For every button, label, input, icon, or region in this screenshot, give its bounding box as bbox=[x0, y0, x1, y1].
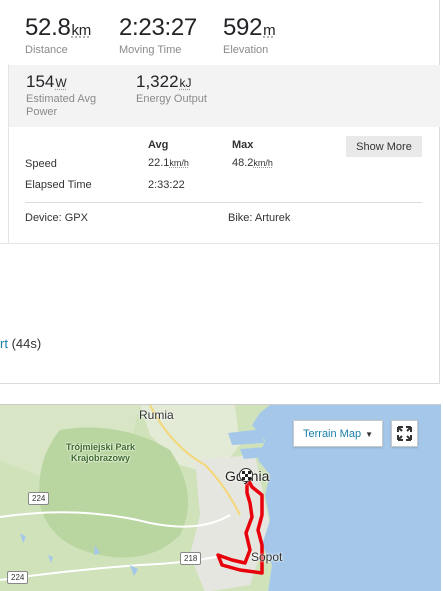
energy-unit: kJ bbox=[179, 76, 192, 90]
elapsed-avg-value: 2:33:22 bbox=[148, 179, 185, 191]
elevation-label: Elevation bbox=[223, 44, 269, 56]
speed-avg-cell: 22.1km/h bbox=[148, 157, 189, 169]
speed-avg-value: 22.1 bbox=[148, 157, 170, 169]
elevation-stat: 592m Elevation bbox=[223, 14, 276, 56]
distance-stat: 52.8km Distance bbox=[25, 14, 91, 56]
road-shield-224a: 224 bbox=[28, 492, 50, 505]
elevation-value: 592 bbox=[223, 14, 263, 41]
power-value: 154 bbox=[26, 72, 55, 91]
distance-unit: km bbox=[71, 22, 92, 39]
show-more-button[interactable]: Show More bbox=[346, 136, 422, 157]
power-unit: W bbox=[55, 76, 67, 90]
moving-time-label: Moving Time bbox=[119, 44, 182, 56]
truncated-duration: (44s) bbox=[7, 336, 42, 351]
energy-stat: 1,322kJ Energy Output bbox=[136, 72, 207, 106]
speed-max-unit: km/h bbox=[253, 158, 273, 168]
map-type-label: Terrain Map bbox=[303, 427, 362, 440]
distance-value: 52.8 bbox=[25, 14, 71, 41]
bike-info: Bike: Arturek bbox=[228, 212, 291, 224]
truncated-segment-text: rt (44s) bbox=[0, 336, 41, 351]
max-column-header: Max bbox=[232, 139, 254, 151]
harbour-area-2 bbox=[240, 447, 266, 459]
moving-time-value: 2:23:27 bbox=[119, 14, 197, 41]
elapsed-row-label: Elapsed Time bbox=[25, 179, 92, 191]
road-shield-224b: 224 bbox=[7, 571, 29, 584]
checkered-flag-icon[interactable] bbox=[239, 468, 253, 482]
truncated-link[interactable]: rt bbox=[0, 336, 8, 351]
road-shield-218: 218 bbox=[180, 552, 202, 565]
section-divider bbox=[0, 243, 440, 244]
energy-label: Energy Output bbox=[136, 93, 207, 105]
fullscreen-button[interactable] bbox=[391, 420, 418, 447]
speed-row-label: Speed bbox=[25, 158, 57, 170]
speed-avg-unit: km/h bbox=[169, 158, 189, 168]
map-type-dropdown[interactable]: Terrain Map ▼ bbox=[293, 420, 383, 447]
activity-summary-card: 52.8km Distance 2:23:27 Moving Time 592m… bbox=[0, 0, 440, 384]
avg-column-header: Avg bbox=[148, 139, 169, 151]
power-label: Estimated Avg Power bbox=[26, 93, 97, 118]
table-divider bbox=[25, 202, 422, 203]
route-map[interactable]: Rumia Trójmiejski Park Krajobrazowy Gdyn… bbox=[0, 404, 441, 591]
moving-time-stat: 2:23:27 Moving Time bbox=[119, 14, 197, 56]
fullscreen-icon bbox=[397, 426, 412, 441]
caret-down-icon: ▼ bbox=[365, 430, 373, 439]
map-label-sopot: Sopot bbox=[251, 550, 283, 564]
map-label-park: Trójmiejski Park Krajobrazowy bbox=[66, 442, 136, 463]
device-info: Device: GPX bbox=[25, 212, 88, 224]
secondary-stats-band: 154W Estimated Avg Power 1,322kJ Energy … bbox=[9, 65, 440, 127]
speed-max-cell: 48.2km/h bbox=[232, 157, 273, 169]
elevation-unit: m bbox=[263, 22, 276, 39]
speed-max-value: 48.2 bbox=[232, 157, 254, 169]
distance-label: Distance bbox=[25, 44, 68, 56]
power-stat: 154W Estimated Avg Power bbox=[26, 72, 121, 119]
map-label-rumia: Rumia bbox=[139, 408, 174, 422]
energy-value: 1,322 bbox=[136, 72, 179, 91]
